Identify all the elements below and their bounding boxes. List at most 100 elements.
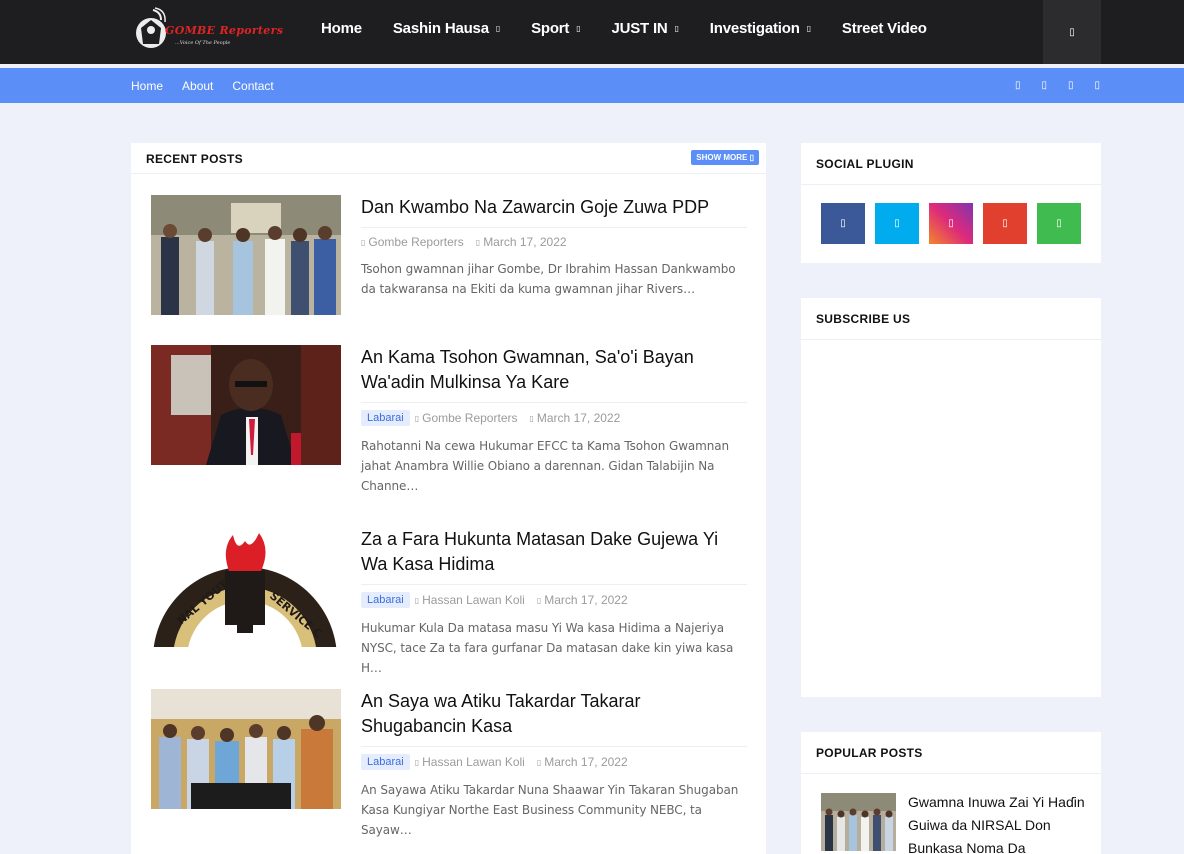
post-meta: ▯ Gombe Reporters ▯ March 17, 2022 <box>361 227 747 249</box>
twitter-icon[interactable]: ▯ <box>1041 80 1047 91</box>
widget-title: SOCIAL PLUGIN <box>816 157 914 171</box>
post-date: March 17, 2022 <box>536 411 621 425</box>
post-image: NAL YOUTH SERVICE C <box>151 527 341 647</box>
post-excerpt: Rahotanni Na cewa Hukumar EFCC ta Kama T… <box>361 439 730 493</box>
nav-item-sashin-hausa[interactable]: Sashin Hausa ▯ <box>393 20 500 37</box>
sub-nav-home[interactable]: Home <box>131 79 163 93</box>
logo-tagline: ...Voice Of The People <box>175 40 231 46</box>
post-excerpt: An Sayawa Atiku Takardar Nuna Shaawar Yi… <box>361 783 739 837</box>
clock-icon: ▯ <box>536 757 542 767</box>
post-date: March 17, 2022 <box>544 593 628 607</box>
post-date: March 17, 2022 <box>483 235 567 249</box>
facebook-button[interactable]: ▯ <box>821 203 865 244</box>
widget-header: SUBSCRIBE US <box>801 298 1101 340</box>
post-thumbnail[interactable]: NAL YOUTH SERVICE C <box>151 527 341 647</box>
site-logo[interactable]: GOMBE Reporters ...Voice Of The People <box>131 6 286 58</box>
dropdown-icon: ▯ <box>576 23 581 33</box>
post-image <box>151 195 341 315</box>
category-tag[interactable]: Labarai <box>361 592 410 608</box>
facebook-icon[interactable]: ▯ <box>1015 80 1021 91</box>
youtube-icon[interactable]: ▯ <box>1094 80 1100 91</box>
post-body: An Kama Tsohon Gwamnan, Sa'o'i Bayan Wa'… <box>361 345 747 496</box>
post-image <box>151 345 341 465</box>
instagram-icon[interactable]: ▯ <box>1068 80 1074 91</box>
post-date: March 17, 2022 <box>544 755 628 769</box>
clock-icon: ▯ <box>536 595 542 605</box>
nav-label: Investigation <box>709 19 800 37</box>
social-plugin-widget: SOCIAL PLUGIN ▯ ▯ ▯ ▯ ▯ <box>801 143 1101 263</box>
youtube-button[interactable]: ▯ <box>983 203 1027 244</box>
search-button[interactable]: ▯ <box>1043 0 1101 64</box>
post-image <box>821 793 896 851</box>
post-meta: Labarai ▯ Hassan Lawan Koli ▯ March 17, … <box>361 584 747 608</box>
post-thumbnail[interactable] <box>151 689 341 809</box>
social-buttons: ▯ ▯ ▯ ▯ ▯ <box>801 185 1101 244</box>
youtube-icon: ▯ <box>1002 218 1008 229</box>
sub-header: Home About Contact ▯ ▯ ▯ ▯ <box>0 68 1184 103</box>
dropdown-icon: ▯ <box>495 23 501 33</box>
author-icon: ▯ <box>414 757 420 767</box>
post-title[interactable]: Za a Fara Hukunta Matasan Dake Gujewa Yi… <box>361 527 747 577</box>
widget-title: POPULAR POSTS <box>816 746 923 760</box>
widget-header: RECENT POSTS SHOW MORE ▯ <box>131 143 766 174</box>
nav-item-street-video[interactable]: Street Video <box>842 20 927 37</box>
category-tag[interactable]: Labarai <box>361 754 410 770</box>
show-more-label: SHOW MORE <box>696 153 748 162</box>
nav-item-just-in[interactable]: JUST IN ▯ <box>611 19 679 37</box>
whatsapp-icon: ▯ <box>1056 218 1062 229</box>
post-author[interactable]: Hassan Lawan Koli <box>422 755 525 769</box>
popular-post-thumbnail[interactable] <box>821 793 896 851</box>
header-social-links: ▯ ▯ ▯ ▯ <box>994 68 1100 103</box>
post-author[interactable]: Hassan Lawan Koli <box>422 593 525 607</box>
nav-label: JUST IN <box>611 19 668 37</box>
top-header: GOMBE Reporters ...Voice Of The People H… <box>0 0 1184 64</box>
whatsapp-button[interactable]: ▯ <box>1037 203 1081 244</box>
nav-item-sport[interactable]: Sport ▯ <box>531 19 581 37</box>
nav-label: Street Video <box>841 19 927 37</box>
post-thumbnail[interactable] <box>151 195 341 315</box>
post-image <box>151 689 341 809</box>
author-icon: ▯ <box>361 237 366 247</box>
post-excerpt: Hukumar Kula Da matasa masu Yi Wa kasa H… <box>361 621 734 675</box>
post-title[interactable]: An Saya wa Atiku Takardar Takarar Shugab… <box>361 689 747 739</box>
subscribe-widget: SUBSCRIBE US <box>801 298 1101 697</box>
widget-title: RECENT POSTS <box>146 152 243 166</box>
twitter-button[interactable]: ▯ <box>875 203 919 244</box>
author-icon: ▯ <box>414 595 420 605</box>
clock-icon: ▯ <box>529 413 534 423</box>
dropdown-icon: ▯ <box>806 23 811 33</box>
popular-post-title[interactable]: Gwamna Inuwa Zai Yi Haɗin Guiwa da NIRSA… <box>908 791 1088 854</box>
post-thumbnail[interactable] <box>151 345 341 465</box>
sub-nav: Home About Contact <box>131 68 293 103</box>
nav-label: Sashin Hausa <box>392 19 489 37</box>
nav-label: Sport <box>531 19 570 37</box>
nav-item-investigation[interactable]: Investigation ▯ <box>710 20 811 37</box>
show-more-button[interactable]: SHOW MORE ▯ <box>691 150 759 165</box>
post-body: An Saya wa Atiku Takardar Takarar Shugab… <box>361 689 747 840</box>
sub-nav-contact[interactable]: Contact <box>232 79 273 93</box>
post-title[interactable]: An Kama Tsohon Gwamnan, Sa'o'i Bayan Wa'… <box>361 345 747 395</box>
post-title[interactable]: Dan Kwambo Na Zawarcin Goje Zuwa PDP <box>361 195 747 220</box>
clock-icon: ▯ <box>475 237 481 247</box>
nav-item-home[interactable]: Home <box>321 20 362 37</box>
facebook-icon: ▯ <box>840 218 846 229</box>
sub-nav-about[interactable]: About <box>182 79 213 93</box>
dropdown-icon: ▯ <box>674 23 679 33</box>
popular-posts-widget: POPULAR POSTS Gwamna Inuwa Zai Yi Haɗin … <box>801 732 1101 854</box>
twitter-icon: ▯ <box>894 218 900 229</box>
post-meta: Labarai ▯ Gombe Reporters ▯ March 17, 20… <box>361 402 747 426</box>
search-icon: ▯ <box>1069 26 1075 38</box>
widget-header: POPULAR POSTS <box>801 732 1101 774</box>
author-icon: ▯ <box>414 413 420 423</box>
post-body: Dan Kwambo Na Zawarcin Goje Zuwa PDP ▯ G… <box>361 195 747 299</box>
post-author[interactable]: Gombe Reporters <box>368 235 463 249</box>
widget-title: SUBSCRIBE US <box>816 312 911 326</box>
category-tag[interactable]: Labarai <box>361 410 410 426</box>
instagram-icon: ▯ <box>948 218 954 229</box>
instagram-button[interactable]: ▯ <box>929 203 973 244</box>
post-meta: Labarai ▯ Hassan Lawan Koli ▯ March 17, … <box>361 746 747 770</box>
widget-header: SOCIAL PLUGIN <box>801 143 1101 185</box>
nav-label: Home <box>321 19 362 37</box>
post-author[interactable]: Gombe Reporters <box>422 411 517 425</box>
recent-posts-widget: RECENT POSTS SHOW MORE ▯ Dan Kwambo Na Z… <box>131 143 766 854</box>
